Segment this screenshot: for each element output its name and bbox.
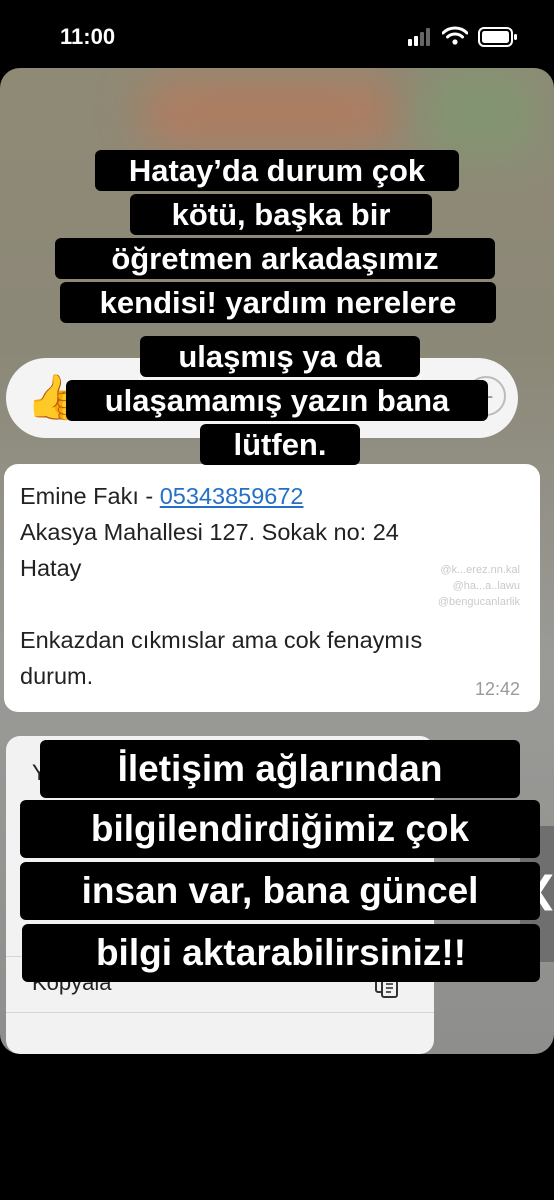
message-body-line: Enkazdan cıkmıslar ama cok fenaymıs [20, 627, 423, 653]
caption-line: bilgi aktarabilirsiniz!! [22, 924, 540, 982]
message-body-line: durum. [20, 663, 94, 689]
message-timestamp: 12:42 [474, 679, 520, 699]
caption-line: İletişim ağlarından [40, 740, 520, 798]
caption-line: öğretmen arkadaşımız [55, 238, 495, 279]
wifi-icon [442, 26, 468, 45]
blurred-background [140, 78, 400, 148]
caption-line: insan var, bana güncel [20, 862, 540, 920]
caption-line: bilgilendirdiğimiz çok [20, 800, 540, 858]
battery-icon [478, 27, 517, 47]
caption-line: lütfen. [200, 424, 360, 465]
caption-line: ulaşamamış yazın bana [66, 380, 488, 421]
menu-divider [6, 1012, 434, 1013]
watermark: @k...erez.nn.kal @ha...a..lawu @bengucan… [437, 564, 520, 608]
status-bar: 11:00 [0, 0, 554, 70]
blurred-background [420, 68, 540, 158]
caption-line: kötü, başka bir [130, 194, 432, 235]
caption-line: Hatay’da durum çok [95, 150, 459, 191]
status-time: 11:00 [60, 24, 116, 49]
phone-link[interactable]: 05343859672 [160, 483, 304, 509]
message-bubble[interactable]: Emine Fakı - 05343859672 Akasya Mahalles… [4, 464, 540, 712]
caption-line: ulaşmış ya da [140, 336, 420, 377]
sender-name: Emine Fakı - [20, 483, 154, 509]
cellular-signal-icon [408, 28, 434, 46]
caption-line: kendisi! yardım nerelere [60, 282, 496, 323]
address-line: Akasya Mahallesi 127. Sokak no: 24 [20, 519, 399, 545]
